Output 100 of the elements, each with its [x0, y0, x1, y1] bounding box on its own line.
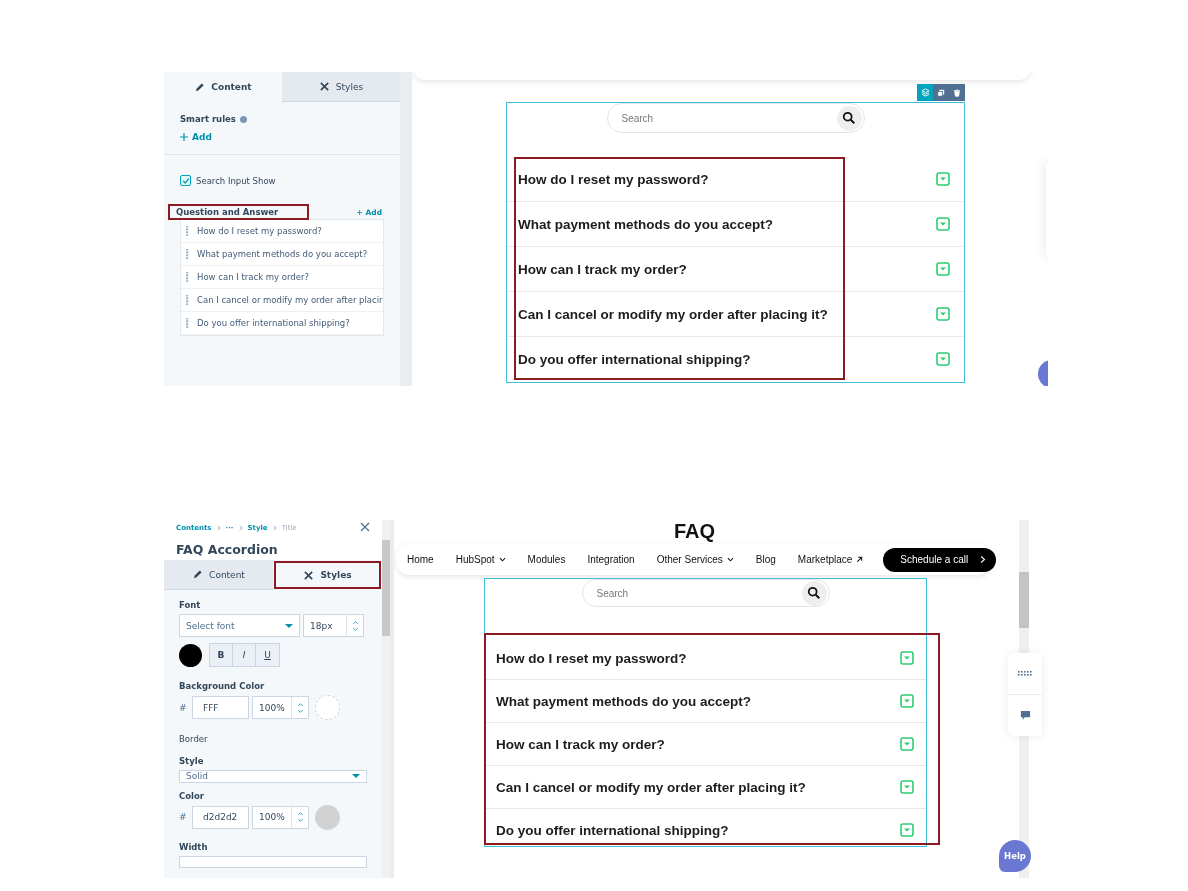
drag-handle-icon[interactable]	[186, 224, 189, 238]
help-button[interactable]: Help	[999, 840, 1031, 872]
copy-icon[interactable]	[933, 84, 949, 101]
drag-handle-icon[interactable]	[186, 270, 189, 284]
nav-link[interactable]: Home	[407, 554, 434, 565]
border-style-select[interactable]: Solid	[179, 770, 367, 783]
layers-icon[interactable]	[917, 84, 933, 101]
color-swatch[interactable]	[315, 804, 340, 830]
info-icon[interactable]	[239, 115, 247, 123]
chevron-down-icon[interactable]	[900, 651, 914, 665]
faq-question[interactable]: Do you offer international shipping?	[496, 822, 729, 838]
search-bar[interactable]: Search	[606, 103, 865, 133]
list-item[interactable]: How do I reset my password?	[181, 220, 383, 243]
schedule-call-button[interactable]: Schedule a call	[883, 547, 997, 572]
pencil-icon	[192, 569, 204, 580]
section-heading: Border	[179, 734, 209, 744]
opacity-field[interactable]: 100%	[252, 805, 309, 829]
list-item[interactable]: Can I cancel or modify my order after placir	[181, 289, 383, 312]
chevron-down-icon[interactable]	[900, 694, 914, 708]
chevron-down-icon[interactable]	[900, 823, 914, 837]
chevron-right-icon	[216, 525, 221, 531]
drag-handle-icon[interactable]	[186, 316, 189, 330]
close-icon[interactable]	[360, 522, 370, 532]
chevron-down-icon[interactable]	[936, 307, 950, 321]
nav-link[interactable]: Blog	[755, 554, 776, 565]
faq-question[interactable]: How can I track my order?	[496, 736, 665, 752]
tab[interactable]: Content	[164, 560, 273, 590]
search-field[interactable]: Search	[594, 586, 749, 600]
search-icon	[842, 111, 856, 125]
smart-rules-label: Smart rules	[180, 114, 236, 124]
hash-label: #	[179, 702, 188, 713]
checkbox[interactable]	[180, 175, 191, 186]
hex-field[interactable]: FFF	[192, 696, 249, 719]
drag-handle-icon[interactable]	[186, 247, 189, 261]
faq-question[interactable]: Do you offer international shipping?	[518, 351, 751, 367]
caret-icon	[285, 623, 293, 628]
section-heading: Question and Answer	[170, 206, 307, 218]
format-button[interactable]: B	[210, 644, 233, 666]
search-field[interactable]: Search	[619, 111, 774, 125]
arrow-up-right-icon	[856, 556, 864, 563]
faq-question[interactable]: What payment methods do you accept?	[518, 216, 774, 232]
faq-question[interactable]: How do I reset my password?	[518, 171, 709, 187]
add-link[interactable]: Add	[180, 132, 384, 142]
cross-tools-icon	[318, 81, 330, 92]
list-item[interactable]: How can I track my order?	[181, 266, 383, 289]
caret-icon	[352, 774, 360, 779]
font-size-field[interactable]: 18px	[303, 614, 364, 637]
chevron-right-icon	[272, 525, 277, 531]
field-label: Width	[179, 841, 209, 852]
scrollbar[interactable]	[382, 520, 390, 878]
trash-icon[interactable]	[949, 84, 965, 101]
tab[interactable]: Styles	[282, 72, 400, 102]
chevron-down-icon[interactable]	[936, 217, 950, 231]
page-heading: FAQ	[674, 520, 716, 542]
nav-link[interactable]: Marketplace	[797, 554, 864, 565]
chevron-down-icon[interactable]	[936, 172, 950, 186]
chat-icon[interactable]	[1019, 710, 1031, 721]
grid-dots-icon[interactable]	[1018, 671, 1032, 676]
chevron-down-icon[interactable]	[936, 352, 950, 366]
format-button[interactable]: U	[256, 644, 279, 666]
nav-link[interactable]: Modules	[527, 554, 566, 565]
nav-link[interactable]: Integration	[587, 554, 635, 565]
list-item[interactable]: Do you offer international shipping?	[181, 312, 383, 335]
search-button[interactable]	[801, 580, 827, 606]
faq-question[interactable]: Can I cancel or modify my order after placing it?	[496, 779, 806, 795]
drag-handle-icon[interactable]	[186, 293, 189, 307]
chevron-down-icon	[726, 556, 734, 563]
list-item[interactable]: What payment methods do you accept?	[181, 243, 383, 266]
hex-field[interactable]: d2d2d2	[192, 805, 249, 829]
chevron-down-icon[interactable]	[936, 262, 950, 276]
search-button[interactable]	[836, 105, 862, 131]
hash-label: #	[179, 812, 188, 822]
search-bar[interactable]: Search	[581, 579, 830, 607]
color-swatch[interactable]	[179, 643, 202, 667]
chevron-down-icon[interactable]	[900, 737, 914, 751]
checkbox-label: Search Input Show	[196, 175, 276, 186]
field-label: Style	[179, 756, 205, 766]
faq-question[interactable]: Can I cancel or modify my order after placing it?	[518, 306, 828, 322]
chevron-down-icon	[498, 556, 506, 563]
chevron-right-icon	[238, 525, 243, 531]
width-field[interactable]	[179, 855, 367, 868]
chevron-down-icon[interactable]	[900, 780, 914, 794]
nav-link[interactable]: Other Services	[656, 554, 734, 565]
plus-icon	[180, 133, 188, 141]
search-icon	[807, 586, 821, 600]
chevron-right-icon	[980, 555, 987, 564]
nav-link[interactable]: HubSpot	[455, 554, 506, 565]
faq-question[interactable]: How can I track my order?	[518, 261, 687, 277]
faq-question[interactable]: How do I reset my password?	[496, 650, 687, 666]
field-label: Font	[179, 600, 202, 610]
pencil-icon	[194, 81, 206, 93]
field-label: Color	[179, 790, 206, 801]
cross-tools-icon	[303, 569, 315, 581]
tab[interactable]: Styles	[273, 560, 382, 590]
color-swatch[interactable]	[315, 695, 340, 720]
font-select[interactable]: Select font	[179, 614, 300, 637]
faq-question[interactable]: What payment methods do you accept?	[496, 693, 752, 709]
format-button[interactable]: I	[233, 644, 256, 666]
field-label: Background Color	[179, 681, 266, 691]
opacity-field[interactable]: 100%	[252, 696, 309, 719]
